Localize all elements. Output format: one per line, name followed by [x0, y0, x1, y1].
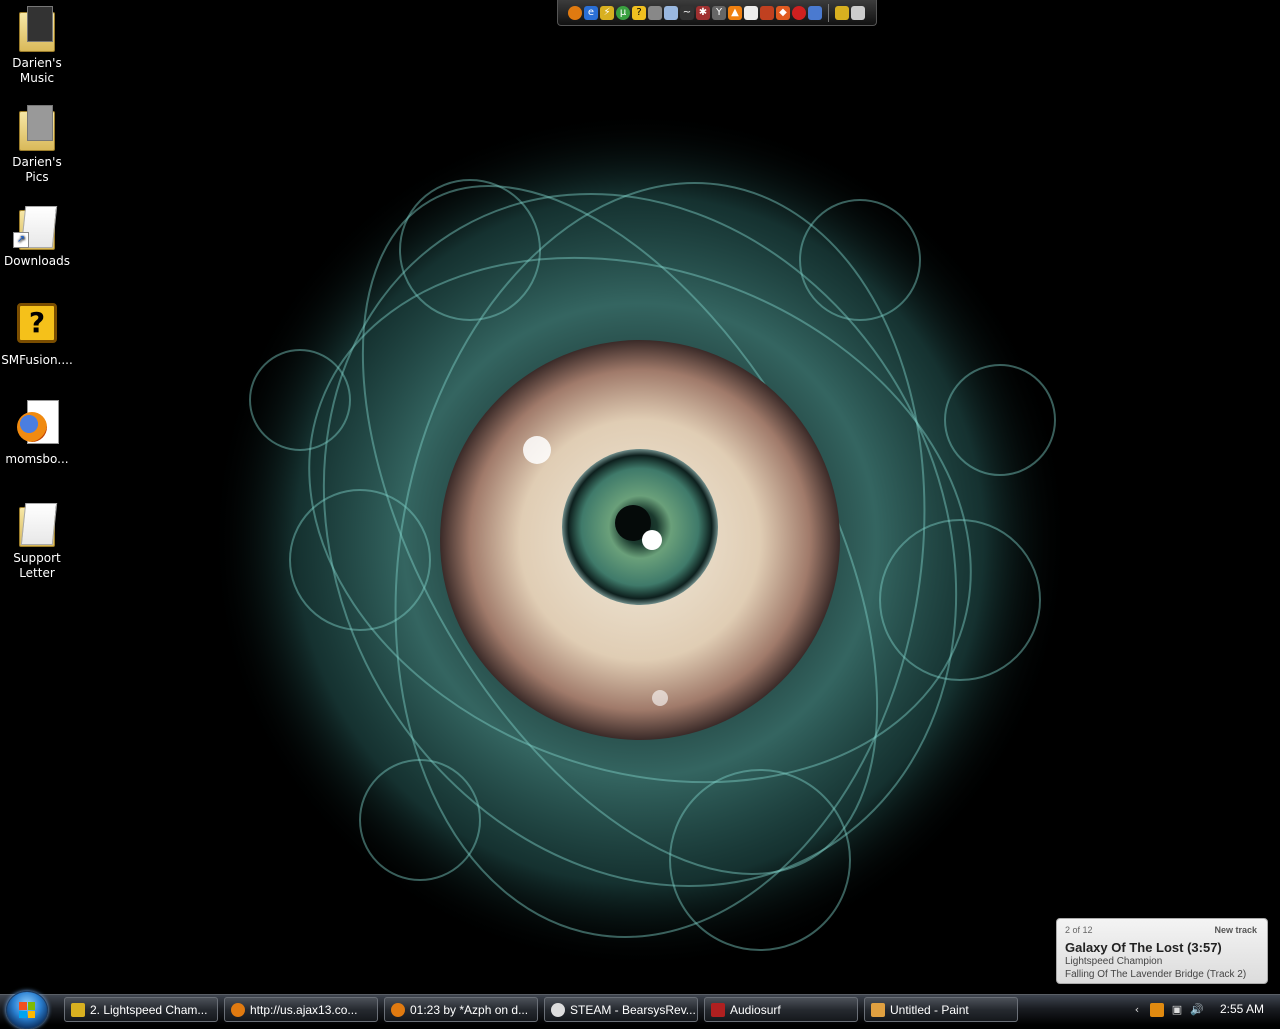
gem-icon[interactable]: ◆	[776, 5, 790, 20]
taskbar-button-label: Audiosurf	[730, 1002, 781, 1017]
desktop-icon-label: Downloads	[4, 254, 70, 268]
taskbar-button-label: Untitled - Paint	[890, 1002, 969, 1017]
paint-icon	[871, 1002, 885, 1017]
now-playing-notification[interactable]: 2 of 12 New track Galaxy Of The Lost (3:…	[1056, 918, 1268, 984]
vlc-icon[interactable]: ▲	[728, 5, 742, 20]
audiosurf-icon	[711, 1002, 725, 1017]
desktop-icon-darien-pics[interactable]: Darien's Pics	[0, 99, 74, 185]
track-counter: 2 of 12	[1065, 925, 1093, 935]
trash-icon[interactable]	[851, 5, 865, 20]
finder-icon[interactable]	[664, 5, 678, 20]
paint-icon[interactable]	[648, 5, 662, 20]
line-icon[interactable]: ~	[680, 5, 694, 20]
desktop-icon-label: SMFusion....	[1, 353, 73, 367]
taskbar-button-label: 01:23 by *Azph on d...	[410, 1002, 529, 1017]
folder-shortcut-icon: ↗	[13, 202, 61, 250]
taskbar-button-firefox-2[interactable]: 01:23 by *Azph on d...	[384, 997, 538, 1022]
firefox-icon	[231, 1002, 245, 1017]
taskbar-button-winamp[interactable]: 2. Lightspeed Cham...	[64, 997, 218, 1022]
taskbar-button-paint[interactable]: Untitled - Paint	[864, 997, 1018, 1022]
folder-icon	[13, 103, 61, 151]
desktop-icon-label: Darien's Music	[12, 56, 62, 85]
taskbar-button-steam[interactable]: STEAM - BearsysRev...	[544, 997, 698, 1022]
desktop-icon-downloads[interactable]: ↗ Downloads	[0, 198, 74, 269]
document-icon[interactable]	[744, 5, 758, 20]
steam-icon	[551, 1002, 565, 1017]
utorrent-icon[interactable]: µ	[616, 5, 630, 20]
taskbar-button-audiosurf[interactable]: Audiosurf	[704, 997, 858, 1022]
desktop-icon-label: momsbo...	[5, 452, 69, 466]
network-icon[interactable]: ▣	[1170, 1003, 1184, 1017]
wrench-icon[interactable]	[835, 5, 849, 20]
chevron-left-icon[interactable]: ‹	[1130, 1003, 1144, 1017]
new-track-label: New track	[1214, 925, 1257, 935]
mail-icon[interactable]	[808, 5, 822, 20]
track-album: Falling Of The Lavender Bridge (Track 2)	[1065, 969, 1247, 980]
folder-icon	[13, 499, 61, 547]
desktop-icon-momsbo[interactable]: momsbo...	[0, 396, 74, 467]
firefox-icon[interactable]	[568, 5, 582, 20]
photo-icon[interactable]	[760, 5, 774, 20]
track-title: Galaxy Of The Lost (3:57)	[1065, 940, 1222, 955]
desktop-icon-support-letter[interactable]: Support Letter	[0, 495, 74, 581]
taskbar-button-label: 2. Lightspeed Cham...	[90, 1002, 208, 1017]
desktop-icon-label: Darien's Pics	[12, 155, 62, 184]
taskbar: 2. Lightspeed Cham... http://us.ajax13.c…	[0, 991, 1280, 1029]
firefox-icon	[391, 1002, 405, 1017]
desktop-icon-label: Support Letter	[13, 551, 61, 580]
spider-icon[interactable]: ✱	[696, 5, 710, 20]
separator	[828, 3, 829, 22]
desktop-icon-darien-music[interactable]: Darien's Music	[0, 0, 74, 86]
winamp-icon[interactable]: ⚡	[600, 5, 614, 20]
volume-icon[interactable]: 🔊	[1190, 1003, 1204, 1017]
taskbar-button-firefox-1[interactable]: http://us.ajax13.co...	[224, 997, 378, 1022]
system-tray: ‹ ▣ 🔊	[1130, 995, 1204, 1025]
taskbar-button-label: STEAM - BearsysRev...	[570, 1002, 696, 1017]
quick-launch-bar: e ⚡ µ ? ~ ✱ Y ▲ ◆	[557, 0, 877, 26]
firefox-document-icon	[13, 400, 61, 448]
start-button[interactable]	[6, 991, 48, 1029]
clock[interactable]: 2:55 AM	[1220, 1002, 1264, 1016]
ie-icon[interactable]: e	[584, 5, 598, 20]
track-artist: Lightspeed Champion	[1065, 956, 1163, 967]
desktop-icon-smfusion[interactable]: ? SMFusion....	[0, 297, 74, 368]
winamp-icon	[71, 1002, 85, 1017]
folder-icon	[13, 4, 61, 52]
windows-logo-icon	[19, 1002, 35, 1018]
question-block-icon: ?	[13, 301, 61, 349]
taskbar-button-label: http://us.ajax13.co...	[250, 1002, 358, 1017]
winamp-tray-icon[interactable]	[1150, 1003, 1164, 1017]
aim-icon[interactable]	[792, 5, 806, 20]
desktop-wallpaper	[0, 0, 1280, 994]
tools-icon[interactable]: Y	[712, 5, 726, 20]
help-icon[interactable]: ?	[632, 5, 646, 20]
